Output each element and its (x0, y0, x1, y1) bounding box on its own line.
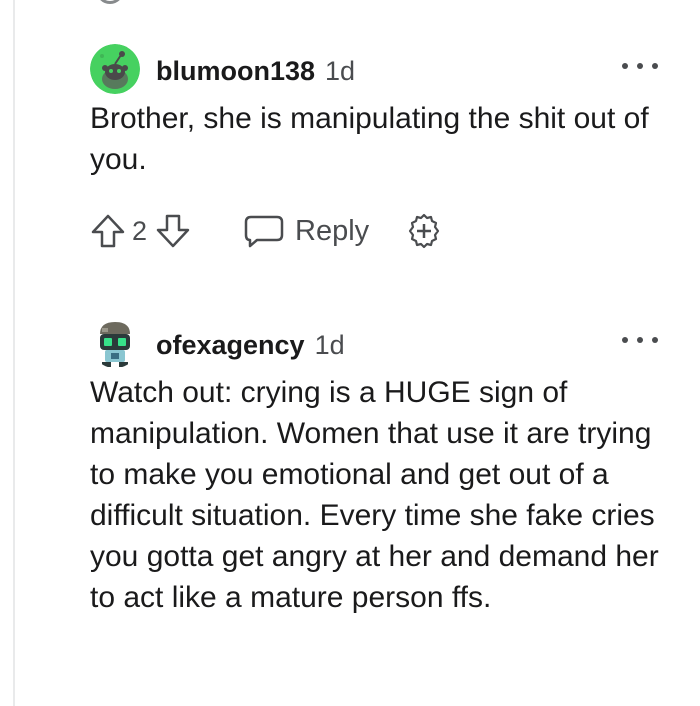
comment-meta: ofexagency 1d (156, 330, 345, 361)
more-options-icon[interactable] (622, 334, 658, 346)
reply-button[interactable]: Reply (243, 213, 369, 249)
avatar[interactable] (90, 44, 140, 94)
comment-body: Watch out: crying is a HUGE sign of mani… (90, 376, 659, 614)
avatar[interactable] (90, 318, 140, 368)
add-award-icon[interactable] (405, 212, 443, 250)
previous-comment-icon (96, 0, 124, 4)
snoo-avatar-icon (90, 44, 140, 94)
username-link[interactable]: blumoon138 (156, 56, 315, 86)
comment-body: Brother, she is manipulating the shit ou… (90, 102, 649, 176)
vote-count: 2 (132, 215, 148, 246)
action-bar: 2 Reply (90, 206, 670, 256)
thread-line[interactable] (13, 0, 15, 706)
comment-blumoon138: blumoon138 1d Brother, she is manipulatin… (90, 44, 670, 256)
comment-header: blumoon138 1d (90, 44, 670, 98)
timestamp: 1d (314, 330, 345, 360)
upvote-arrow-icon[interactable] (90, 213, 126, 249)
username-link[interactable]: ofexagency (156, 330, 305, 360)
timestamp: 1d (325, 56, 356, 86)
comment-meta: blumoon138 1d (156, 56, 355, 87)
more-options-icon[interactable] (622, 60, 658, 72)
comment-ofexagency: ofexagency 1d Watch out: crying is a HUGE… (90, 318, 670, 618)
robot-avatar-icon (90, 318, 140, 368)
reply-label: Reply (295, 214, 370, 247)
speech-bubble-icon (244, 215, 284, 248)
downvote-arrow-icon[interactable] (155, 213, 191, 249)
comment-header: ofexagency 1d (90, 318, 670, 372)
